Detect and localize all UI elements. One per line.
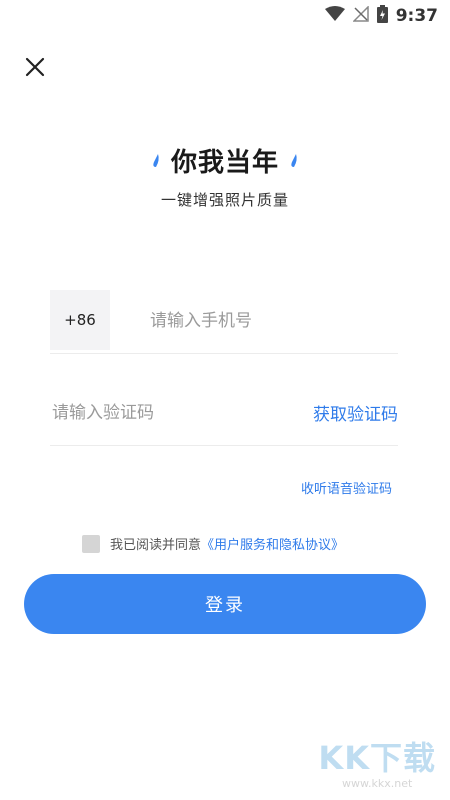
app-subtitle: 一键增强照片质量 <box>160 191 289 209</box>
close-button[interactable] <box>20 52 50 82</box>
site-watermark: KK下载 www.kkx.net <box>318 733 436 790</box>
voice-code-link[interactable]: 收听语音验证码 <box>301 478 392 497</box>
left-drop-icon <box>153 153 159 167</box>
phone-input[interactable] <box>148 309 382 332</box>
agreement-checkbox[interactable] <box>82 534 100 553</box>
country-code-selector[interactable]: +86 <box>50 289 110 350</box>
close-icon <box>25 57 45 77</box>
login-button[interactable]: 登录 <box>24 574 426 634</box>
clock-time: 9:37 <box>395 6 438 26</box>
app-title: 你我当年 <box>170 148 279 178</box>
app-header: 你我当年 一键增强照片质量 <box>0 142 450 210</box>
phone-field-row: +86 <box>50 288 398 354</box>
no-signal-icon <box>351 5 369 26</box>
wifi-icon <box>324 6 345 26</box>
agreement-prefix: 我已阅读并同意 <box>110 538 202 553</box>
battery-charging-icon <box>376 5 388 27</box>
agreement-row: 我已阅读并同意《用户服务和隐私协议》 <box>82 534 344 553</box>
verification-code-row: 获取验证码 <box>50 380 398 446</box>
login-label: 登录 <box>205 595 245 616</box>
status-bar: 9:37 <box>0 0 450 32</box>
agreement-link[interactable]: 《用户服务和隐私协议》 <box>201 538 344 553</box>
verification-code-input[interactable] <box>50 401 244 424</box>
right-drop-icon <box>291 153 297 167</box>
agreement-text: 我已阅读并同意《用户服务和隐私协议》 <box>110 534 344 553</box>
app-title-row: 你我当年 <box>151 142 299 179</box>
watermark-title: KK下载 <box>318 739 436 777</box>
get-code-button[interactable]: 获取验证码 <box>313 400 398 425</box>
